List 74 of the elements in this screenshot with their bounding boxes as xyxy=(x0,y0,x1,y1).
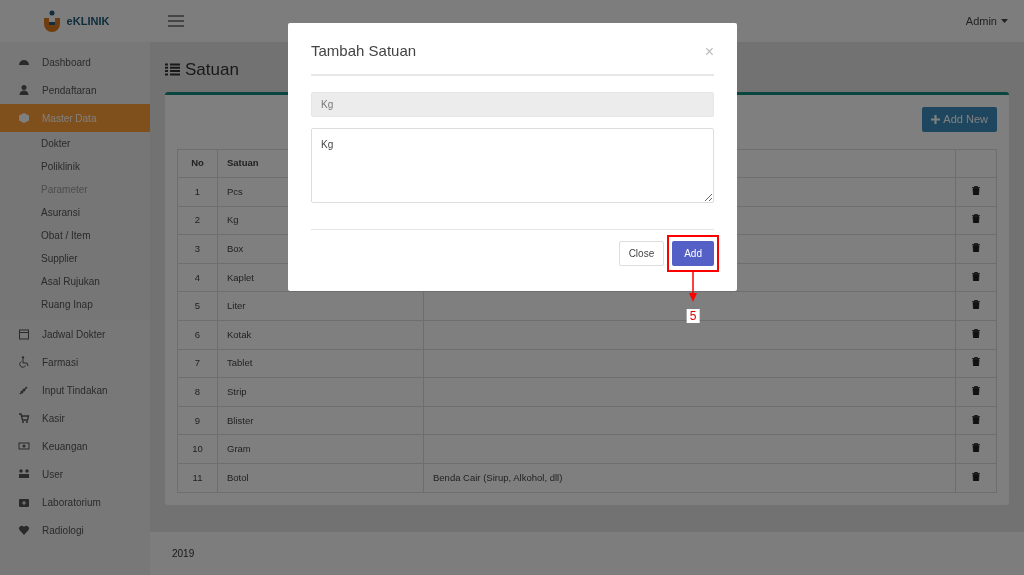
add-button[interactable]: Add xyxy=(672,241,714,266)
brand-name: eKLINIK xyxy=(66,13,110,29)
plus-icon xyxy=(931,114,941,124)
trash-icon[interactable] xyxy=(972,271,980,281)
user-menu[interactable]: Admin xyxy=(965,12,1008,30)
users-icon xyxy=(18,468,30,480)
table-cell: 7 xyxy=(177,349,218,378)
table-cell: Strip xyxy=(217,377,424,407)
user-icon xyxy=(18,84,30,96)
sidebar-item[interactable]: Farmasi xyxy=(0,348,150,376)
table-cell: Benda Cair (Sirup, Alkohol, dll) xyxy=(423,463,956,493)
sidebar-subitem[interactable]: Dokter xyxy=(0,132,150,155)
caret-icon xyxy=(1001,19,1008,23)
sidebar-item[interactable]: Input Tindakan xyxy=(0,376,150,404)
table-cell: Botol xyxy=(217,463,424,493)
page-title: Satuan xyxy=(185,58,239,81)
close-button[interactable]: × xyxy=(704,43,714,60)
sidebar-subitem[interactable]: Supplier xyxy=(0,247,150,270)
add-new-button[interactable]: Add New xyxy=(922,107,997,132)
sidebar-subitem[interactable]: Asal Rujukan xyxy=(0,270,150,293)
cart-icon xyxy=(18,412,30,424)
sidebar-subitem[interactable]: Asuransi xyxy=(0,201,150,224)
table-cell: 3 xyxy=(177,234,218,264)
table-cell: Blister xyxy=(217,406,424,435)
table-cell: Tablet xyxy=(217,349,424,378)
text-input-field: Kg xyxy=(311,92,714,117)
list-icon xyxy=(165,63,180,76)
table-cell: 5 xyxy=(177,291,218,321)
table-cell: 6 xyxy=(177,320,218,350)
sidebar-subitem[interactable]: Ruang Inap xyxy=(0,293,150,316)
sidebar-item[interactable]: Pendaftaran xyxy=(0,76,150,104)
sidebar-item[interactable]: Jadwal Dokter xyxy=(0,320,150,348)
sidebar-subitem[interactable]: Poliklinik xyxy=(0,155,150,178)
annotation-arrow xyxy=(688,272,699,302)
medkit-icon xyxy=(18,496,30,508)
annotation-number: 5 xyxy=(686,309,700,324)
table-cell: 10 xyxy=(177,434,218,464)
table-cell: 1 xyxy=(177,177,218,207)
table-cell: Gram xyxy=(217,434,424,464)
sidebar-item[interactable]: User xyxy=(0,460,150,488)
table-cell: 11 xyxy=(177,463,218,493)
calendar-icon xyxy=(18,328,30,340)
sidebar-subitem[interactable]: Obat / Item xyxy=(0,224,150,247)
table-header-cell: No xyxy=(177,149,218,178)
trash-icon[interactable] xyxy=(972,443,980,453)
table-cell: 2 xyxy=(177,206,218,235)
trash-icon[interactable] xyxy=(972,214,980,224)
footer-text: 2019 xyxy=(172,547,195,561)
sidebar-item[interactable]: Master Data xyxy=(0,104,150,132)
table-cell: 9 xyxy=(177,406,218,435)
trash-icon[interactable] xyxy=(972,357,980,367)
sidebar-item[interactable]: Kasir xyxy=(0,404,150,432)
trash-icon[interactable] xyxy=(972,471,980,481)
table-cell: 8 xyxy=(177,377,218,407)
tool-icon xyxy=(18,384,30,396)
textarea-field[interactable]: Kg xyxy=(311,128,714,203)
trash-icon[interactable] xyxy=(972,328,980,338)
close-button[interactable]: Close xyxy=(618,241,665,266)
trash-icon[interactable] xyxy=(972,300,980,310)
sidebar-item[interactable]: Dashboard xyxy=(0,48,150,76)
sidebar-item[interactable]: Radiologi xyxy=(0,516,150,544)
heart-icon xyxy=(18,524,30,536)
sidebar-item[interactable]: Keuangan xyxy=(0,432,150,460)
modal-title: Tambah Satuan xyxy=(311,41,417,62)
cube-icon xyxy=(18,112,30,124)
trash-icon[interactable] xyxy=(972,242,980,252)
trash-icon[interactable] xyxy=(972,185,980,195)
table-cell: 4 xyxy=(177,263,218,292)
table-cell: Kotak xyxy=(217,320,424,350)
trash-icon[interactable] xyxy=(972,414,980,424)
money-icon xyxy=(18,440,30,452)
trash-icon[interactable] xyxy=(972,385,980,395)
sidebar-item[interactable]: Laboratorium xyxy=(0,488,150,516)
wheelchair-icon xyxy=(18,356,30,368)
